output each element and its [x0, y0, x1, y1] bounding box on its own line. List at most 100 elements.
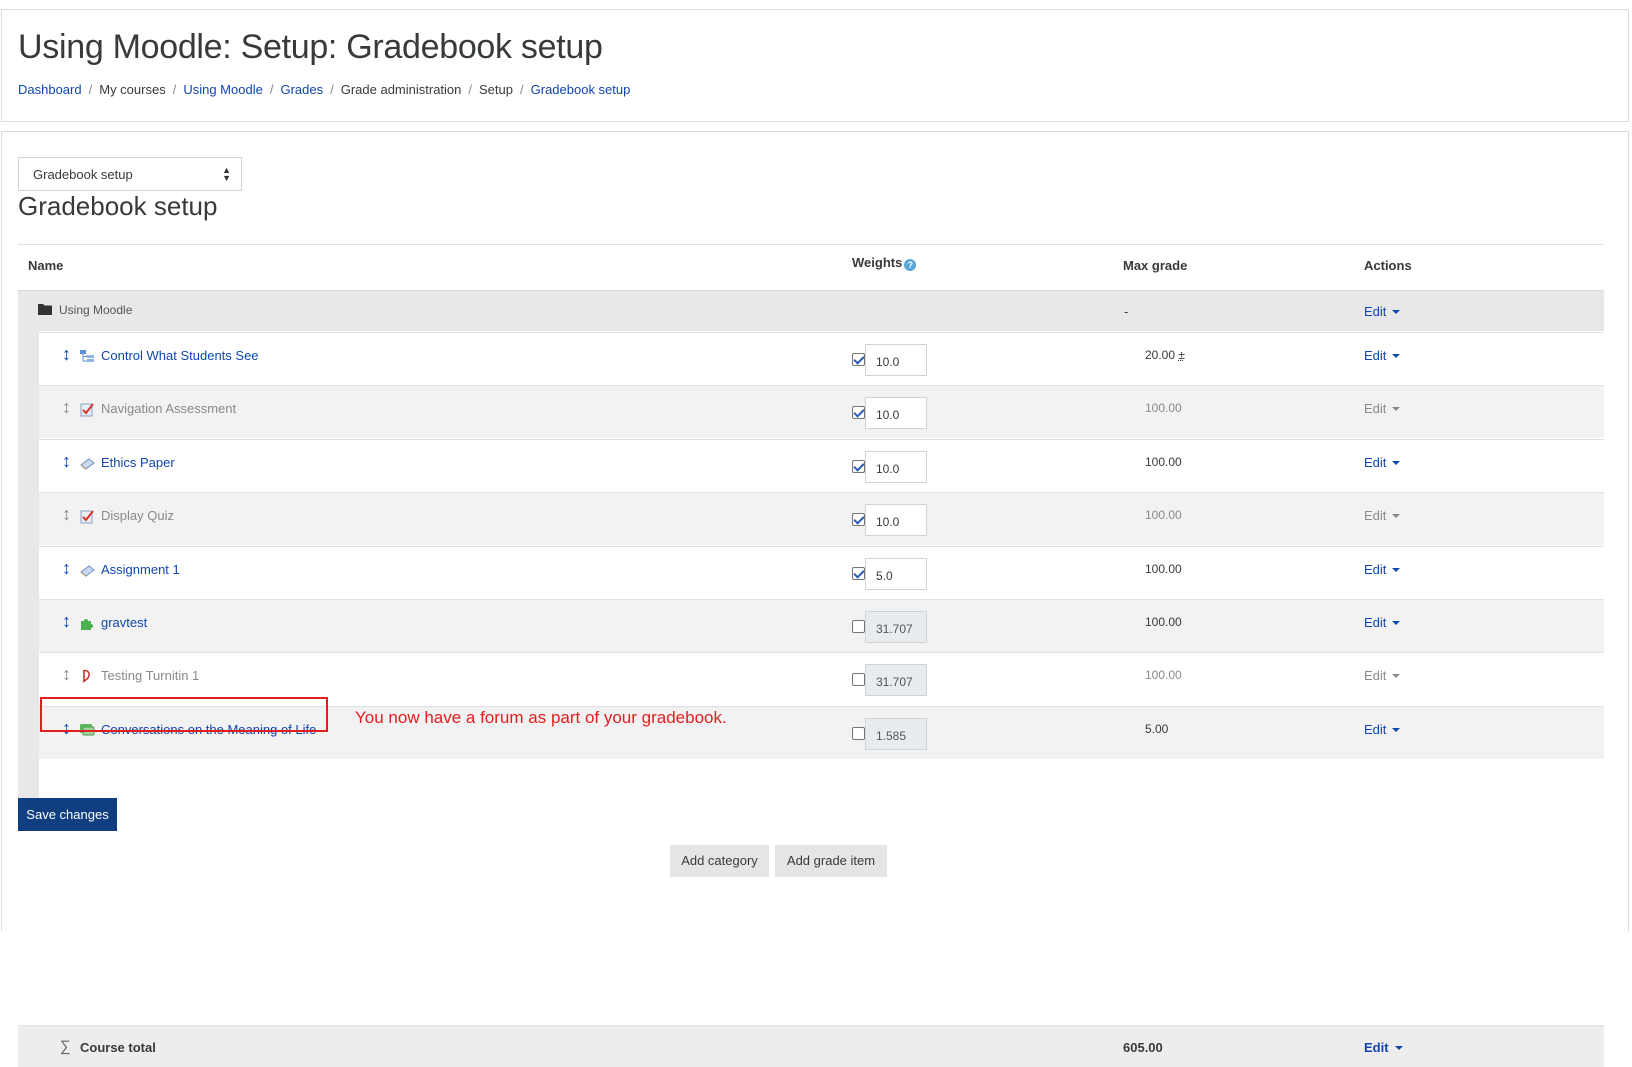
edit-label: Edit: [1364, 348, 1387, 363]
move-arrows-icon[interactable]: ↕: [62, 452, 71, 470]
grade-item-edit-menu[interactable]: Edit: [1364, 401, 1401, 416]
grade-item-edit-menu[interactable]: Edit: [1364, 615, 1401, 630]
caret-down-icon: [1392, 728, 1401, 732]
weight-override-checkbox[interactable]: [852, 353, 865, 366]
grade-item-edit-menu[interactable]: Edit: [1364, 455, 1401, 470]
weight-input[interactable]: 10.0: [865, 397, 927, 429]
move-arrows-icon[interactable]: ↕: [62, 398, 71, 416]
grade-item-edit-menu[interactable]: Edit: [1364, 668, 1401, 683]
breadcrumb-item[interactable]: Grades: [280, 82, 323, 97]
edit-label: Edit: [1364, 1040, 1389, 1055]
column-header-max-grade: Max grade: [1123, 258, 1188, 273]
category-name: Using Moodle: [59, 303, 133, 317]
weight-input[interactable]: 31.707: [865, 664, 927, 696]
category-row: Using Moodle - Edit: [18, 290, 1604, 331]
move-arrows-icon[interactable]: ↕: [62, 345, 71, 363]
weight-input[interactable]: 1.585: [865, 718, 927, 750]
max-grade-number: 20.00: [1145, 348, 1176, 362]
move-arrows-icon[interactable]: ↕: [62, 505, 71, 523]
add-category-button[interactable]: Add category: [670, 845, 769, 877]
annotation-text: You now have a forum as part of your gra…: [355, 708, 727, 727]
breadcrumb-item: Grade administration: [340, 82, 462, 97]
max-grade-number: 100.00: [1145, 562, 1182, 576]
column-header-name: Name: [28, 258, 64, 273]
max-grade-number: 100.00: [1145, 668, 1182, 682]
weight-override-checkbox[interactable]: [852, 673, 865, 686]
select-arrows-icon: ▲ ▼: [222, 165, 231, 183]
section-title: Gradebook setup: [18, 191, 218, 221]
weight-override-checkbox[interactable]: [852, 567, 865, 580]
grade-item-row: ↕ Navigation Assessment 10.0 100.00 Edit: [39, 385, 1604, 438]
weight-input[interactable]: 10.0: [865, 344, 927, 376]
breadcrumb-separator: /: [468, 82, 473, 97]
max-grade-number: 5.00: [1145, 722, 1169, 736]
grade-item-name: Navigation Assessment: [101, 401, 237, 416]
grade-item-row: ↕ Assignment 1 5.0 100.00 Edit: [39, 546, 1604, 599]
weight-input[interactable]: 5.0: [865, 558, 927, 590]
category-edit-menu[interactable]: Edit: [1364, 304, 1401, 319]
breadcrumb-separator: /: [269, 82, 274, 97]
caret-down-icon: [1392, 674, 1401, 678]
breadcrumb-separator: /: [520, 82, 524, 97]
weights-label: Weights: [852, 255, 903, 270]
add-grade-item-button[interactable]: Add grade item: [775, 845, 887, 877]
grade-item-edit-menu[interactable]: Edit: [1364, 722, 1401, 737]
caret-down-icon: [1392, 621, 1401, 625]
grade-item-edit-menu[interactable]: Edit: [1364, 508, 1401, 523]
breadcrumb-separator: /: [172, 82, 177, 97]
grade-item-row: ↕ Control What Students See 10.0 20.00 ± Edi…: [39, 332, 1604, 385]
category-tree-icon: [79, 348, 95, 364]
grade-item-edit-menu[interactable]: Edit: [1364, 562, 1401, 577]
gradebook-nav-select[interactable]: Gradebook setup ▲ ▼: [18, 157, 242, 191]
max-grade-number: 100.00: [1145, 401, 1182, 415]
max-grade-value: 100.00: [1145, 615, 1182, 629]
breadcrumb-item[interactable]: Dashboard: [18, 82, 82, 97]
weight-override-checkbox[interactable]: [852, 460, 865, 473]
weight-input[interactable]: 10.0: [865, 451, 927, 483]
page-title: Using Moodle: Setup: Gradebook setup: [18, 28, 603, 66]
category-max-grade: -: [1124, 304, 1129, 319]
course-total-edit-menu[interactable]: Edit: [1364, 1040, 1403, 1055]
edit-label: Edit: [1364, 401, 1387, 416]
weight-input[interactable]: 31.707: [865, 611, 927, 643]
grade-item-name: Display Quiz: [101, 508, 174, 523]
move-arrows-icon[interactable]: ↕: [62, 612, 71, 630]
grade-item-name[interactable]: Ethics Paper: [101, 455, 175, 470]
grade-item-name[interactable]: Control What Students See: [101, 348, 259, 363]
grade-item-name[interactable]: Assignment 1: [101, 562, 180, 577]
move-arrows-icon[interactable]: ↕: [62, 665, 71, 683]
breadcrumb-separator: /: [330, 82, 334, 97]
max-grade-suffix: ±: [1178, 348, 1185, 362]
weight-override-checkbox[interactable]: [852, 406, 865, 419]
forum-highlight-box: [40, 697, 328, 732]
course-total-row: ∑ Course total 605.00 Edit: [18, 1025, 1604, 1067]
quiz-icon: [79, 401, 95, 417]
column-header-actions: Actions: [1364, 258, 1412, 273]
max-grade-value: 100.00: [1145, 401, 1182, 415]
edit-label: Edit: [1364, 615, 1387, 630]
assignment-icon: [79, 455, 95, 471]
caret-down-icon: [1392, 407, 1401, 411]
grade-item-edit-menu[interactable]: Edit: [1364, 348, 1401, 363]
weight-override-checkbox[interactable]: [852, 620, 865, 633]
caret-down-icon: [1392, 461, 1401, 465]
weight-override-checkbox[interactable]: [852, 513, 865, 526]
course-total-label: Course total: [80, 1040, 156, 1055]
help-icon[interactable]: ?: [904, 259, 917, 271]
puzzle-icon: [79, 615, 95, 631]
weight-override-checkbox[interactable]: [852, 727, 865, 740]
grade-item-name[interactable]: gravtest: [101, 615, 147, 630]
max-grade-value: 5.00: [1145, 722, 1168, 736]
breadcrumb-item[interactable]: Using Moodle: [183, 82, 263, 97]
edit-label: Edit: [1364, 722, 1387, 737]
caret-down-icon: [1392, 514, 1401, 518]
max-grade-number: 100.00: [1145, 508, 1182, 522]
assignment-icon: [79, 562, 95, 578]
edit-label: Edit: [1364, 508, 1387, 523]
save-changes-button[interactable]: Save changes: [18, 798, 117, 831]
move-arrows-icon[interactable]: ↕: [62, 559, 71, 577]
weight-input[interactable]: 10.0: [865, 504, 927, 536]
max-grade-value: 100.00: [1145, 668, 1182, 682]
folder-icon: [38, 304, 52, 315]
breadcrumb-item[interactable]: Gradebook setup: [531, 82, 631, 97]
